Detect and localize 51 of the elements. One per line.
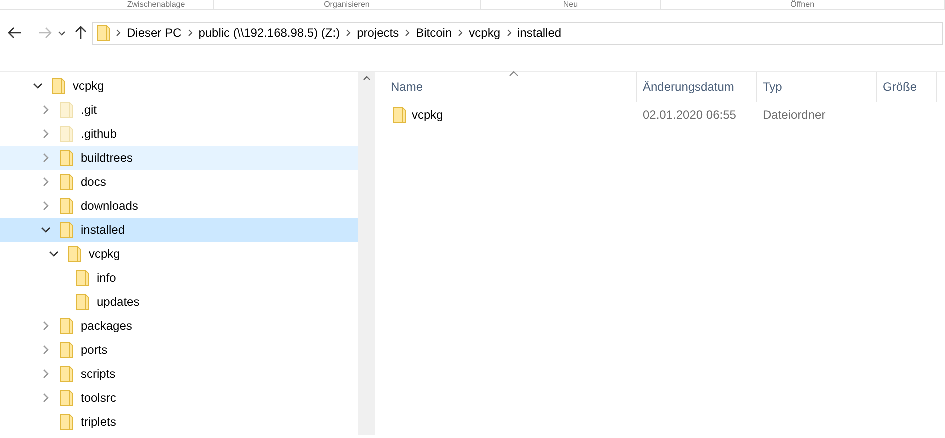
column-header[interactable]: Name	[375, 72, 637, 102]
scroll-up-icon[interactable]	[362, 76, 370, 81]
tree-item[interactable]: docs	[0, 170, 358, 194]
breadcrumb[interactable]: Bitcoin	[416, 24, 452, 42]
ribbon-group-label: Neu	[481, 0, 662, 9]
tree-item[interactable]: .git	[0, 98, 358, 122]
forward-arrow-icon	[38, 27, 52, 39]
column-header[interactable]: Änderungsdatum	[637, 72, 757, 102]
ribbon-group-label: Organisieren	[214, 0, 482, 9]
breadcrumb[interactable]: projects	[357, 24, 400, 42]
chevron-right-icon[interactable]	[346, 29, 352, 37]
breadcrumb[interactable]: public (\\192.168.98.5) (Z:)	[198, 24, 340, 42]
tree-item[interactable]: downloads	[0, 194, 358, 218]
up-arrow-icon	[75, 26, 87, 40]
scrollbar[interactable]	[358, 72, 375, 435]
ribbon-group-label: Zwischenablage	[100, 0, 214, 9]
breadcrumb[interactable]: Dieser PC	[127, 24, 182, 42]
chevron-right-icon[interactable]	[116, 29, 121, 37]
tree-item[interactable]: toolsrc	[0, 386, 358, 410]
breadcrumb[interactable]: vcpkg	[469, 24, 501, 42]
caret-icon	[58, 30, 66, 36]
chevron-right-icon[interactable]	[458, 29, 464, 37]
ribbon-group-label: Öffnen	[661, 0, 945, 9]
file-name[interactable]: vcpkg	[412, 106, 444, 124]
tree-item[interactable]: info	[0, 266, 358, 290]
tree-item[interactable]: ports	[0, 338, 358, 362]
chevron-right-icon[interactable]	[405, 29, 410, 37]
chevron-down-icon[interactable]	[49, 251, 59, 257]
sort-ascending-icon	[509, 71, 519, 77]
chevron-right-icon[interactable]	[506, 29, 512, 37]
folder-icon	[393, 107, 406, 123]
tree-item[interactable]: vcpkg	[0, 242, 358, 266]
tree-item[interactable]: installed	[0, 218, 358, 242]
type-cell-text: Dateiordner	[762, 107, 827, 124]
tree-item[interactable]: updates	[0, 290, 358, 314]
tree-item[interactable]: scripts	[0, 362, 358, 386]
tree-item[interactable]: packages	[0, 314, 358, 338]
chevron-right-icon[interactable]	[188, 29, 193, 37]
tree-item[interactable]: vcpkg	[0, 74, 358, 98]
chevron-down-icon[interactable]	[33, 83, 43, 89]
tree-item[interactable]: .github	[0, 122, 358, 146]
date-cell-text: 02.01.2020 06:55	[642, 107, 738, 124]
tree-item[interactable]: buildtrees	[0, 146, 358, 170]
folder-icon	[97, 25, 110, 41]
address-bar[interactable]: Dieser PC public (\\192.168.98.5) (Z:) projects Bitcoin vcpkg installed	[92, 22, 943, 44]
breadcrumb[interactable]: installed	[518, 24, 562, 42]
chevron-down-icon[interactable]	[41, 227, 51, 233]
tree-item[interactable]: triplets	[0, 410, 358, 434]
column-header[interactable]: Typ	[757, 72, 877, 102]
column-header[interactable]: Größe	[877, 72, 937, 102]
back-arrow-icon	[8, 27, 22, 39]
